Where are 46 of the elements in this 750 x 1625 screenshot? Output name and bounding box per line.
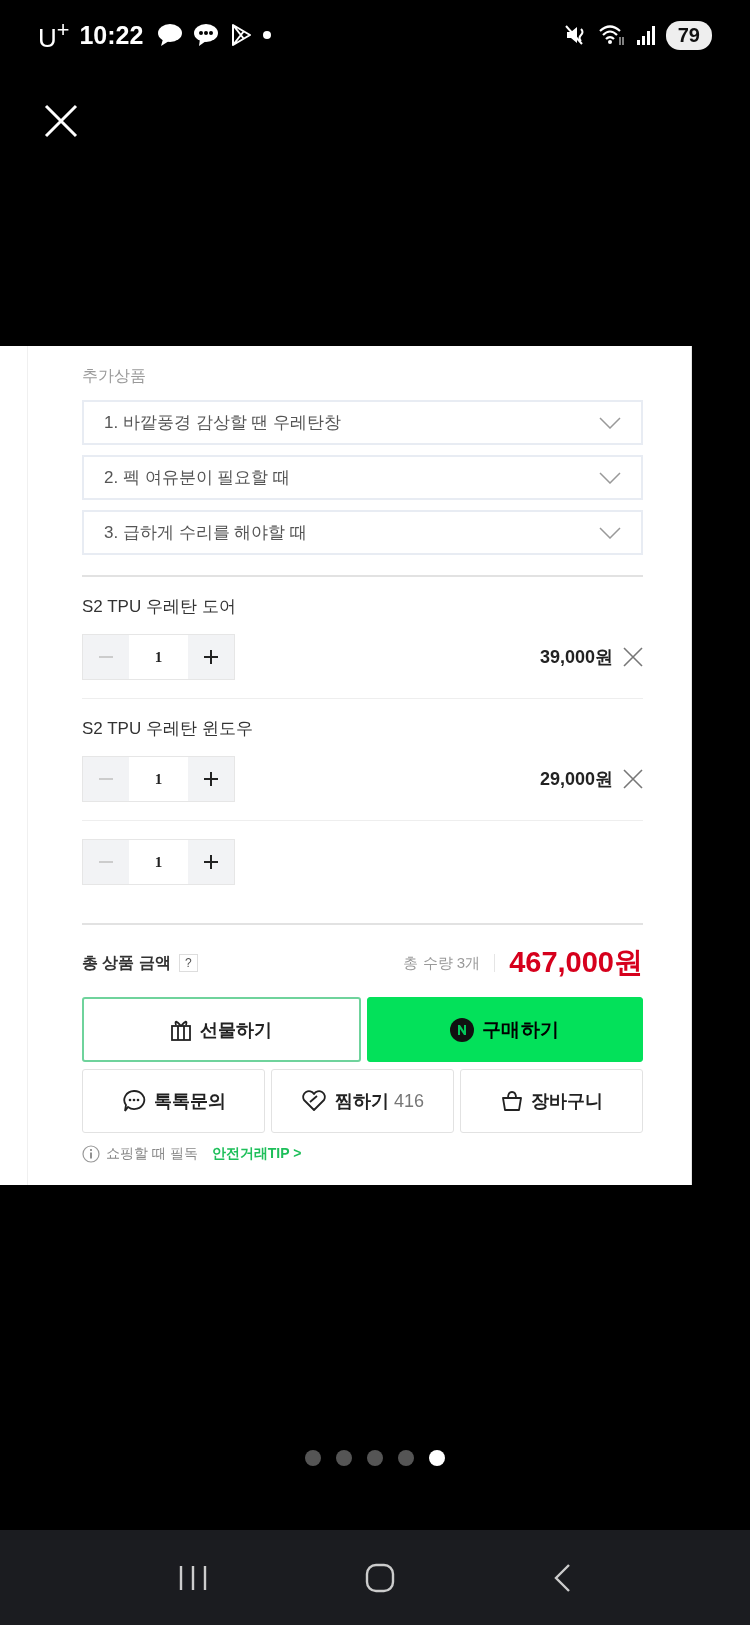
play-store-icon (229, 23, 254, 47)
info-icon (82, 1145, 100, 1163)
close-icon (623, 647, 643, 667)
shopping-bag-icon (500, 1090, 523, 1112)
chevron-down-icon (599, 471, 621, 484)
battery-indicator: 79 (665, 20, 712, 50)
naver-logo-icon (449, 1017, 474, 1042)
talk-inquiry-button[interactable]: 톡톡문의 (82, 1069, 265, 1133)
total-quantity: 총 수량 3개 (403, 953, 481, 973)
heart-icon (300, 1090, 327, 1112)
page-indicator-dot[interactable] (398, 1450, 414, 1466)
page-indicator-dot[interactable] (429, 1450, 445, 1466)
tip-text: 쇼핑할 때 필독 (106, 1145, 198, 1163)
item-price: 29,000원 (539, 768, 613, 791)
wishlist-button[interactable]: 찜하기 416 (271, 1069, 454, 1133)
gift-button[interactable]: 선물하기 (82, 997, 361, 1062)
total-label: 총 상품 금액 (82, 952, 171, 973)
home-icon (365, 1562, 395, 1593)
carrier-label: U$^{+}$ (38, 16, 70, 54)
close-icon (44, 104, 78, 138)
signal-icon (635, 24, 656, 46)
page-indicator-dot[interactable] (336, 1450, 352, 1466)
clock-time: 10:22 (79, 20, 144, 50)
total-amount: 467,000원 (509, 945, 643, 980)
cart-button[interactable]: 장바구니 (460, 1069, 643, 1133)
chevron-down-icon (599, 526, 621, 539)
dropdown-select[interactable]: 1. 바깥풍경 감상할 땐 우레탄창 (82, 400, 643, 445)
recent-apps-icon (178, 1564, 209, 1591)
remove-button[interactable] (623, 647, 643, 667)
product-name: S2 TPU 우레탄 도어 (82, 596, 237, 618)
item-price: 39,000원 (539, 646, 613, 669)
buy-button[interactable]: 구매하기 (366, 997, 643, 1062)
remove-button[interactable] (623, 769, 643, 789)
wifi-icon (597, 23, 626, 47)
page-indicator-dot[interactable] (305, 1450, 321, 1466)
section-title: 추가상품 (82, 366, 147, 386)
page-indicator-dot[interactable] (367, 1450, 383, 1466)
message-icon (193, 23, 220, 47)
dropdown-select[interactable]: 2. 펙 여유분이 필요할 때 (82, 455, 643, 500)
help-button[interactable]: ? (178, 954, 198, 972)
chevron-down-icon (599, 416, 621, 429)
chat-bubble-icon (157, 23, 184, 47)
close-icon (623, 769, 643, 789)
chat-icon (121, 1089, 146, 1113)
product-name: S2 TPU 우레탄 윈도우 (82, 718, 254, 740)
dropdown-select[interactable]: 3. 급하게 수리를 해야할 때 (82, 510, 643, 555)
